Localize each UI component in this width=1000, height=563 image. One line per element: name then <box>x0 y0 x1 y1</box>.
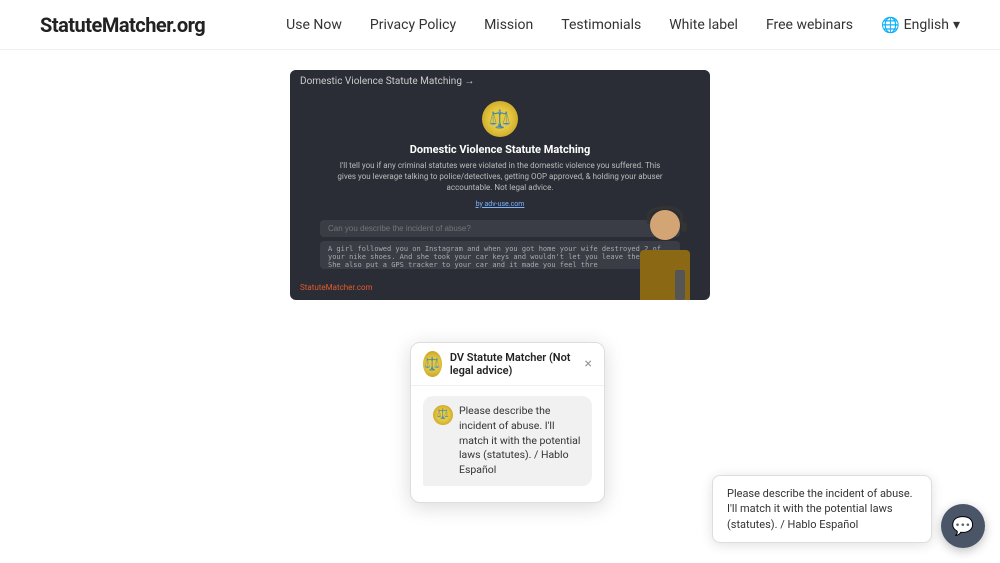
avatar-headset-mic <box>681 222 687 232</box>
scales-icon: ⚖️ <box>482 101 518 137</box>
chat-bubble-icon: 💬 <box>952 516 974 537</box>
watermark-text: Statute <box>300 283 326 292</box>
fab-chat-button[interactable]: 💬 <box>941 504 985 548</box>
video-preview: Domestic Violence Statute Matching → ⚖️ … <box>290 70 710 300</box>
video-topbar: Domestic Violence Statute Matching → <box>290 70 710 93</box>
chat-header-title: DV Statute Matcher (Not legal advice) <box>450 351 585 377</box>
chat-header: ⚖️ DV Statute Matcher (Not legal advice)… <box>411 343 604 386</box>
nav-testimonials[interactable]: Testimonials <box>561 17 641 33</box>
video-desc: I'll tell you if any criminal statutes w… <box>290 160 710 194</box>
tooltip-text: Please describe the incident of abuse. I… <box>727 487 913 531</box>
watermark-highlight: Matcher <box>326 283 355 292</box>
main-content: Domestic Violence Statute Matching → ⚖️ … <box>0 50 1000 300</box>
video-topbar-title: Domestic Violence Statute Matching → <box>300 76 474 87</box>
chat-message-icon: ⚖️ <box>433 405 453 425</box>
bottom-tooltip: Please describe the incident of abuse. I… <box>712 475 932 543</box>
nav-privacy-policy[interactable]: Privacy Policy <box>370 17 456 33</box>
video-link[interactable]: by adv-use.com <box>476 200 525 208</box>
chat-message-text: Please describe the incident of abuse. I… <box>459 404 582 477</box>
scales-emoji: ⚖️ <box>489 109 511 130</box>
chat-body: ⚖️ Please describe the incident of abuse… <box>411 386 604 501</box>
nav-use-now[interactable]: Use Now <box>286 17 342 33</box>
nav-free-webinars[interactable]: Free webinars <box>766 17 853 33</box>
chat-widget: ⚖️ DV Statute Matcher (Not legal advice)… <box>410 342 605 503</box>
chat-close-button[interactable]: × <box>585 357 592 371</box>
nav: Use Now Privacy Policy Mission Testimoni… <box>286 16 960 34</box>
chat-message-bubble: ⚖️ Please describe the incident of abuse… <box>423 396 592 485</box>
globe-icon: 🌐 <box>881 16 900 34</box>
nav-white-label[interactable]: White label <box>669 17 738 33</box>
header: StatuteMatcher.org Use Now Privacy Polic… <box>0 0 1000 50</box>
avatar-head <box>650 210 680 240</box>
logo: StatuteMatcher.org <box>40 13 205 37</box>
avatar-tie <box>675 270 685 300</box>
nav-mission[interactable]: Mission <box>484 17 533 33</box>
chat-avatar: ⚖️ <box>423 351 442 377</box>
watermark-suffix: .com <box>355 283 373 292</box>
language-selector[interactable]: 🌐 English ▾ <box>881 16 960 34</box>
chat-message-emoji: ⚖️ <box>437 408 449 422</box>
video-title: Domestic Violence Statute Matching <box>410 143 590 156</box>
video-watermark: StatuteMatcher.com <box>300 283 373 292</box>
language-label: English <box>904 17 949 33</box>
avatar-figure <box>625 200 705 300</box>
chat-avatar-emoji: ⚖️ <box>424 357 440 372</box>
chevron-down-icon: ▾ <box>953 17 960 33</box>
avatar-body <box>640 250 690 300</box>
chat-header-left: ⚖️ DV Statute Matcher (Not legal advice) <box>423 351 585 377</box>
